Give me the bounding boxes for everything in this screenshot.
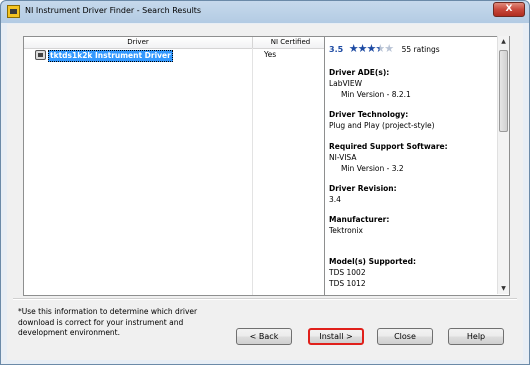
column-header-ni-certified[interactable]: NI Certified bbox=[253, 37, 328, 49]
section-value: TDS 1002 bbox=[329, 268, 366, 277]
section-heading: Manufacturer: bbox=[329, 215, 390, 224]
window-close-button[interactable]: X bbox=[493, 2, 525, 17]
column-header-driver[interactable]: Driver bbox=[24, 37, 253, 49]
title-bar: NI Instrument Driver Finder - Search Res… bbox=[1, 1, 529, 23]
section-manufacturer: Manufacturer: Tektronix bbox=[329, 214, 389, 236]
section-value: Tektronix bbox=[329, 226, 363, 235]
driver-name[interactable]: tktds1k2k Instrument Driver bbox=[48, 50, 173, 62]
stars-filled: ★★★ bbox=[348, 42, 377, 55]
details-scrollbar[interactable]: ▲ ▼ bbox=[497, 36, 509, 294]
instrument-driver-icon bbox=[7, 5, 20, 18]
section-required-software: Required Support Software: NI-VISA Min V… bbox=[329, 141, 448, 174]
driver-list[interactable]: Driver NI Certified tktds1k2k Instrument… bbox=[23, 36, 330, 296]
section-models-supported: Model(s) Supported: TDS 1002 TDS 1012 bbox=[329, 256, 416, 289]
ni-certified-value: Yes bbox=[264, 50, 277, 59]
section-value: 3.4 bbox=[329, 195, 341, 204]
section-subvalue: Min Version - 8.2.1 bbox=[341, 90, 411, 99]
driver-details-panel: 3.5 ★★★★★ 55 ratings Driver ADE(s): LabV… bbox=[324, 36, 510, 296]
section-driver-technology: Driver Technology: Plug and Play (projec… bbox=[329, 109, 435, 131]
scrollbar-thumb[interactable] bbox=[499, 50, 508, 132]
section-value: Plug and Play (project-style) bbox=[329, 121, 435, 130]
ratings-count: 55 ratings bbox=[401, 45, 440, 54]
footnote: *Use this information to determine which… bbox=[18, 307, 198, 337]
rating-value: 3.5 bbox=[329, 45, 344, 54]
dialog-client-area: Driver NI Certified tktds1k2k Instrument… bbox=[7, 24, 523, 360]
install-button[interactable]: Install > bbox=[308, 328, 364, 345]
section-subvalue: Min Version - 3.2 bbox=[341, 164, 404, 173]
section-value: LabVIEW bbox=[329, 79, 363, 88]
scroll-down-arrow-icon[interactable]: ▼ bbox=[498, 283, 509, 294]
section-driver-revision: Driver Revision: 3.4 bbox=[329, 183, 397, 205]
section-heading: Required Support Software: bbox=[329, 142, 448, 151]
window-title: NI Instrument Driver Finder - Search Res… bbox=[25, 6, 202, 15]
section-heading: Model(s) Supported: bbox=[329, 257, 416, 266]
section-heading: Driver ADE(s): bbox=[329, 68, 390, 77]
close-icon: X bbox=[505, 4, 513, 14]
instrument-icon bbox=[35, 50, 46, 60]
star-half: ★ bbox=[375, 42, 385, 55]
divider bbox=[13, 298, 517, 300]
section-heading: Driver Revision: bbox=[329, 184, 397, 193]
column-divider bbox=[252, 48, 253, 295]
help-button[interactable]: Help bbox=[448, 328, 504, 345]
section-heading: Driver Technology: bbox=[329, 110, 409, 119]
scroll-up-arrow-icon[interactable]: ▲ bbox=[498, 36, 509, 47]
close-button[interactable]: Close bbox=[377, 328, 433, 345]
section-driver-ade: Driver ADE(s): LabVIEW Min Version - 8.2… bbox=[329, 67, 411, 100]
rating-stars-icon: ★★★★★ bbox=[348, 42, 394, 55]
back-button[interactable]: < Back bbox=[236, 328, 292, 345]
dialog-window: NI Instrument Driver Finder - Search Res… bbox=[0, 0, 530, 365]
rating-summary: 3.5 ★★★★★ 55 ratings bbox=[329, 43, 440, 55]
star-empty: ★ bbox=[384, 42, 394, 55]
section-value: NI-VISA bbox=[329, 153, 357, 162]
section-value: TDS 1012 bbox=[329, 279, 366, 288]
